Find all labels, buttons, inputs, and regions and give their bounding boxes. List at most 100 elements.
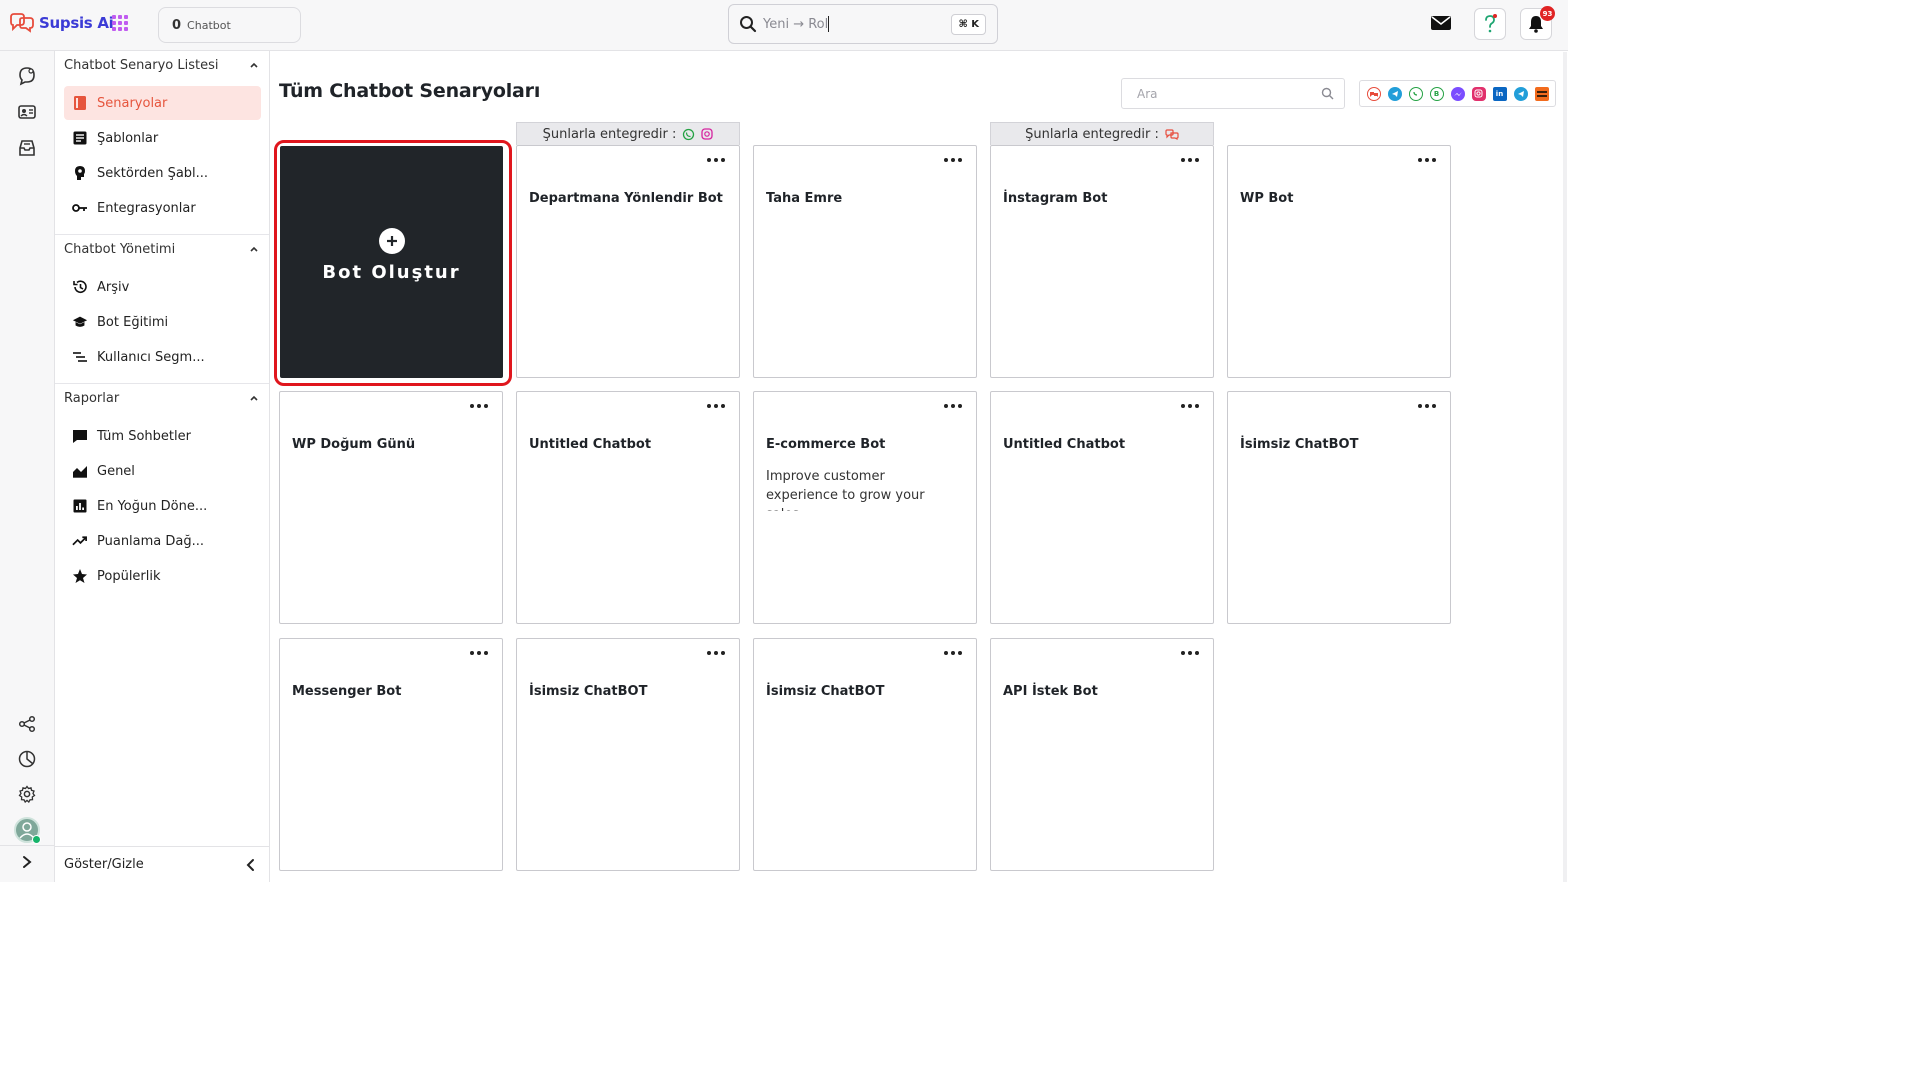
nav-item-popularity[interactable]: Popülerlik (64, 559, 261, 593)
more-options-icon[interactable] (1181, 158, 1199, 162)
app-logo[interactable]: Supsis Ai (8, 12, 114, 34)
template-icon (72, 130, 88, 146)
more-options-icon[interactable] (1418, 404, 1436, 408)
show-hide-label: Göster/Gizle (64, 857, 144, 872)
search-icon (740, 16, 757, 33)
scenario-card[interactable]: API İstek Bot (990, 638, 1214, 871)
more-options-icon[interactable] (470, 404, 488, 408)
nav-item-user-segments[interactable]: Kullanıcı Segm... (64, 340, 261, 374)
nav-item-label: Genel (97, 463, 135, 479)
nav-item-all-chats[interactable]: Tüm Sohbetler (64, 419, 261, 453)
chatbot-count: 0 (172, 17, 182, 33)
contact-card-icon (18, 105, 36, 119)
notifications-button[interactable]: 93 (1520, 6, 1555, 40)
show-hide-toggle[interactable]: Göster/Gizle (55, 846, 269, 882)
nav-item-general[interactable]: Genel (64, 454, 261, 488)
section-title: Chatbot Senaryo Listesi (64, 57, 219, 73)
whatsapp-icon (683, 128, 695, 140)
help-button[interactable] (1474, 8, 1506, 40)
more-options-icon[interactable] (1418, 158, 1436, 162)
whatsapp-icon[interactable] (1408, 86, 1423, 101)
supsis-icon (1165, 128, 1179, 140)
apps-grid-icon[interactable] (112, 15, 128, 31)
mail-icon (1431, 16, 1451, 30)
section-scenario-list-header[interactable]: Chatbot Senaryo Listesi (55, 51, 269, 79)
more-options-icon[interactable] (1181, 651, 1199, 655)
scenario-card[interactable]: İsimsiz ChatBOT (516, 638, 740, 871)
nav-item-sector-templates[interactable]: Sektörden Şabl... (64, 156, 261, 190)
messenger-icon[interactable] (1450, 86, 1465, 101)
command-search-input[interactable]: Yeni → Rol ⌘ K (728, 4, 998, 44)
rail-chatbot-button[interactable] (15, 64, 39, 88)
nav-item-archive[interactable]: Arşiv (64, 270, 261, 304)
more-options-icon[interactable] (1181, 404, 1199, 408)
nav-item-bot-training[interactable]: Bot Eğitimi (64, 305, 261, 339)
more-options-icon[interactable] (707, 158, 725, 162)
scenario-name: İsimsiz ChatBOT (529, 684, 648, 699)
nav-item-label: Şablonlar (97, 130, 159, 146)
chatbot-count-box[interactable]: 0 Chatbot (158, 7, 301, 43)
icon-rail (0, 51, 55, 882)
chevron-right-icon (23, 856, 32, 868)
linkedin-icon[interactable]: in (1492, 86, 1507, 101)
integration-label: Şunlarla entegredir : (1025, 126, 1159, 142)
scenario-card[interactable]: Messenger Bot (279, 638, 503, 871)
scenario-card[interactable]: İsimsiz ChatBOT (1227, 391, 1451, 624)
scenario-name: Messenger Bot (292, 684, 402, 699)
rail-share-button[interactable] (15, 712, 39, 736)
scenario-name: İnstagram Bot (1003, 191, 1108, 206)
graduation-cap-icon (72, 314, 88, 330)
nav-item-label: Sektörden Şabl... (97, 165, 209, 181)
nav-item-integrations[interactable]: Entegrasyonlar (64, 191, 261, 225)
telegram-icon[interactable] (1387, 86, 1402, 101)
help-icon (1485, 14, 1497, 33)
scenario-name: Departmana Yönlendir Bot (529, 191, 723, 206)
more-options-icon[interactable] (944, 651, 962, 655)
scenario-card[interactable]: Untitled Chatbot (990, 391, 1214, 624)
scenario-card[interactable]: WP Doğum Günü (279, 391, 503, 624)
rail-reports-button[interactable] (15, 747, 39, 771)
rail-settings-button[interactable] (15, 782, 39, 806)
more-options-icon[interactable] (944, 158, 962, 162)
chevron-up-icon (250, 62, 258, 68)
scenario-name: İsimsiz ChatBOT (1240, 437, 1359, 452)
supsis-icon[interactable] (1366, 86, 1381, 101)
expand-rail-button[interactable] (15, 850, 39, 874)
more-options-icon[interactable] (944, 404, 962, 408)
chat-bubble-icon (19, 67, 35, 86)
more-options-icon[interactable] (707, 404, 725, 408)
rail-inbox-button[interactable] (15, 136, 39, 160)
nav-item-label: Arşiv (97, 279, 130, 295)
instagram-icon[interactable] (1471, 86, 1486, 101)
scenario-card[interactable]: WP Bot (1227, 145, 1451, 378)
create-bot-button[interactable]: Bot Oluştur (280, 146, 503, 378)
nav-item-busiest-periods[interactable]: En Yoğun Döne... (64, 489, 261, 523)
scenario-card[interactable]: Untitled Chatbot (516, 391, 740, 624)
section-chatbot-management-header[interactable]: Chatbot Yönetimi (55, 235, 269, 263)
scenario-card[interactable]: İsimsiz ChatBOT (753, 638, 977, 871)
nav-item-rating-distribution[interactable]: Puanlama Dağ... (64, 524, 261, 558)
more-options-icon[interactable] (707, 651, 725, 655)
telegram-icon[interactable] (1513, 86, 1528, 101)
shortcut-badge: ⌘ K (951, 14, 986, 35)
scenario-card[interactable]: Departmana Yönlendir Bot (516, 145, 740, 378)
page-scrollbar[interactable] (1563, 52, 1567, 882)
page-title: Tüm Chatbot Senaryoları (279, 80, 541, 102)
whatsapp-business-icon[interactable]: B (1429, 86, 1444, 101)
scenario-card[interactable]: E-commerce Bot Improve customer experien… (753, 391, 977, 624)
rail-contacts-button[interactable] (15, 100, 39, 124)
search-icon (1321, 87, 1334, 100)
nav-item-label: En Yoğun Döne... (97, 498, 208, 514)
nav-item-templates[interactable]: Şablonlar (64, 121, 261, 155)
nav-item-scenarios[interactable]: Senaryolar (64, 86, 261, 120)
scenario-card[interactable]: İnstagram Bot (990, 145, 1214, 378)
api-icon[interactable] (1534, 86, 1549, 101)
mail-button[interactable] (1431, 15, 1451, 35)
create-bot-label: Bot Oluştur (322, 261, 461, 283)
section-reports-header[interactable]: Raporlar (55, 384, 269, 412)
scenario-name: İsimsiz ChatBOT (766, 684, 885, 699)
scenario-search-input[interactable]: Ara (1121, 78, 1345, 109)
chevron-up-icon (250, 246, 258, 252)
scenario-card[interactable]: Taha Emre (753, 145, 977, 378)
more-options-icon[interactable] (470, 651, 488, 655)
